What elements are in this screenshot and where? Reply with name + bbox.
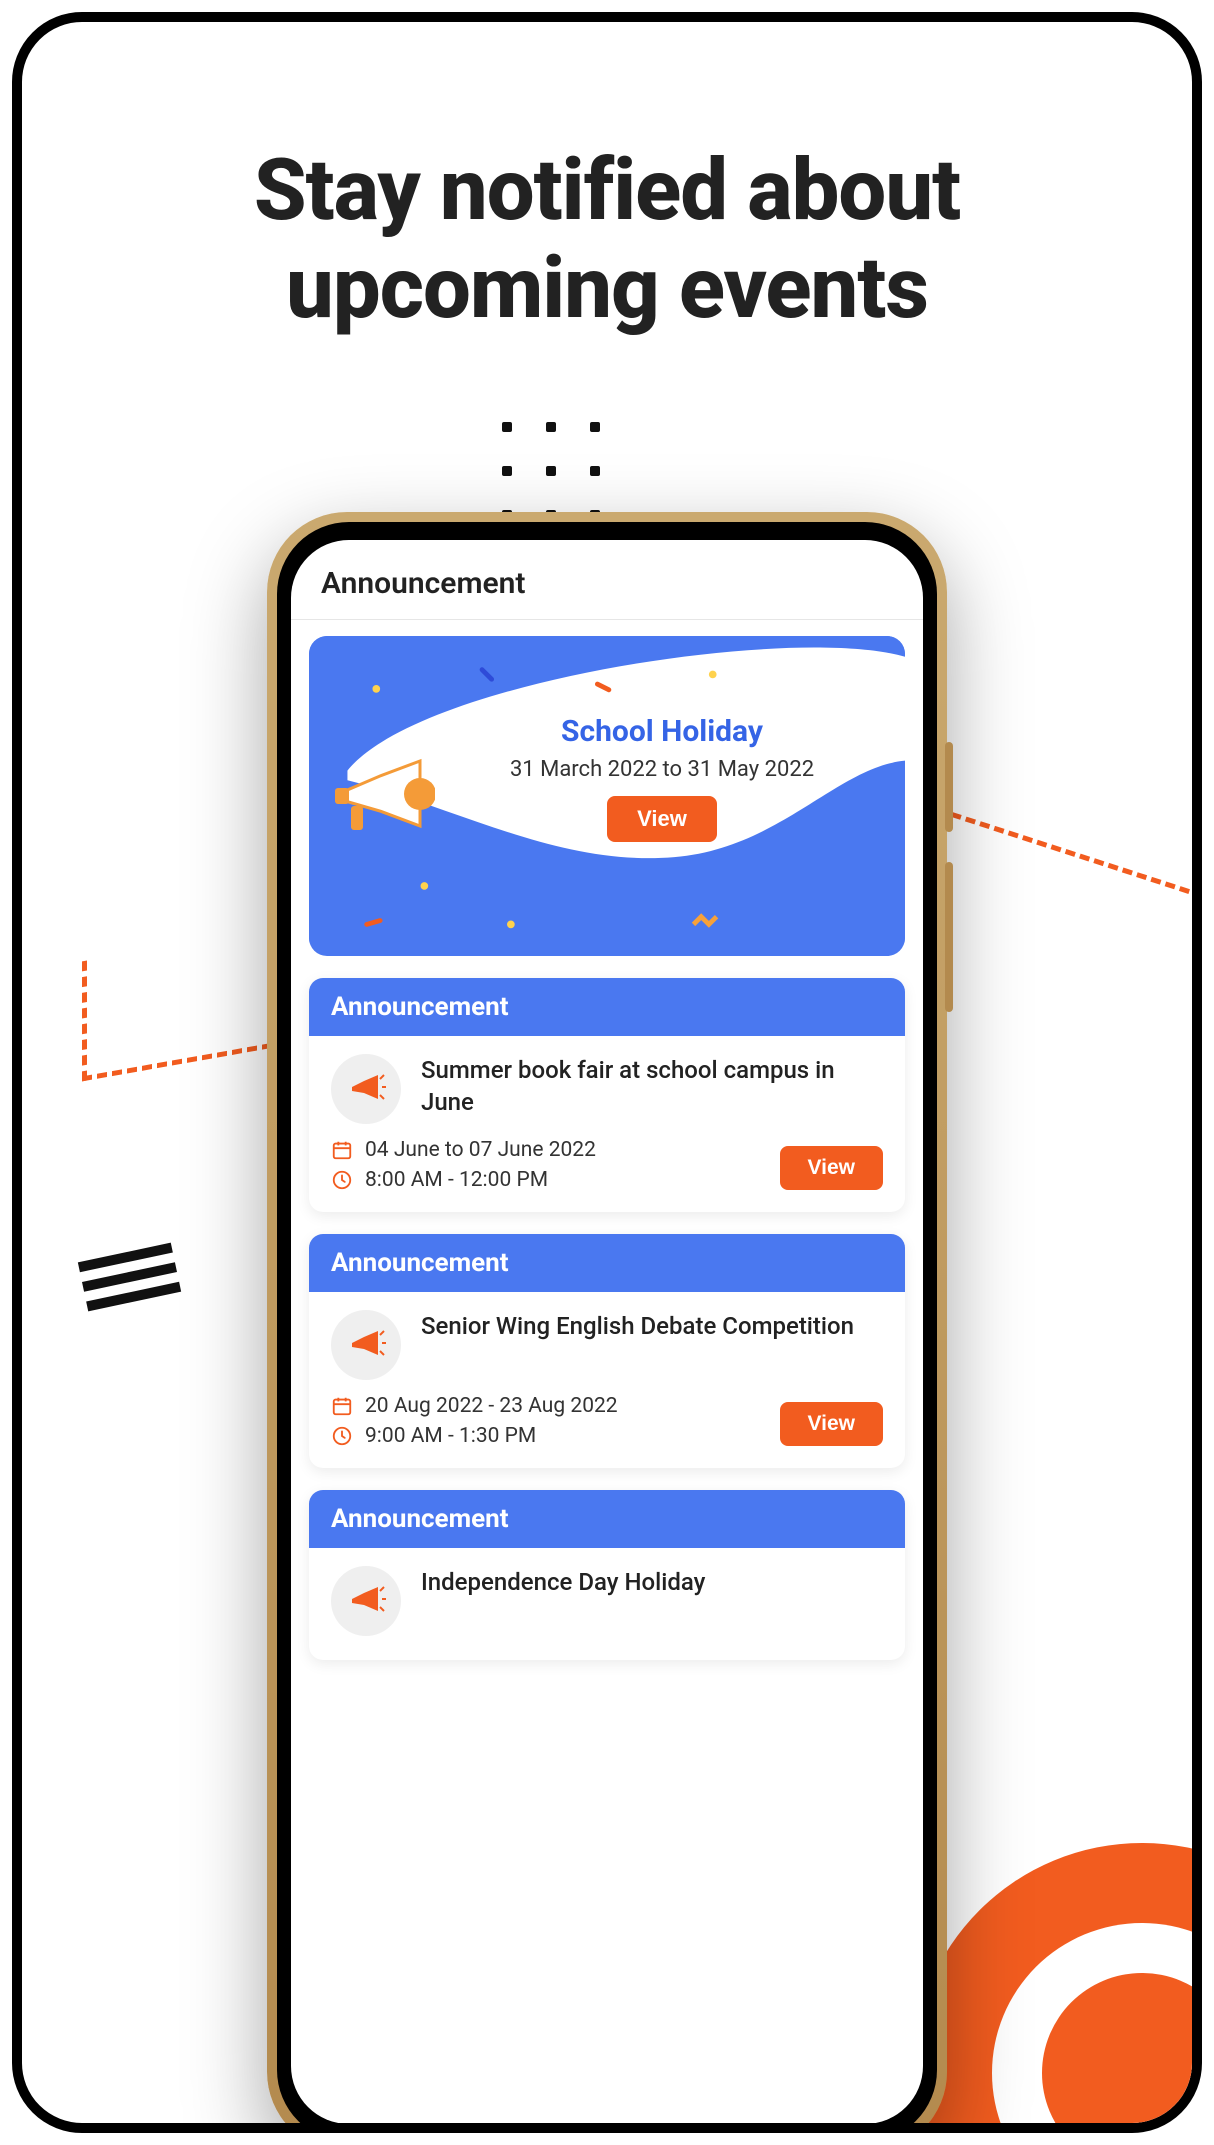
clock-icon xyxy=(331,1425,353,1447)
view-button[interactable]: View xyxy=(780,1146,883,1190)
calendar-icon xyxy=(331,1395,353,1417)
announcement-date: 20 Aug 2022 - 23 Aug 2022 xyxy=(365,1394,618,1418)
hero-view-button[interactable]: View xyxy=(607,796,717,842)
announcement-title: Summer book fair at school campus in Jun… xyxy=(421,1054,883,1119)
megaphone-icon xyxy=(331,1310,401,1380)
phone-side-button xyxy=(945,862,953,1012)
card-header: Announcement xyxy=(309,1490,905,1548)
announcement-card[interactable]: Announcement Summer book fair at school … xyxy=(309,978,905,1212)
megaphone-icon xyxy=(325,746,435,856)
hero-card[interactable]: School Holiday 31 March 2022 to 31 May 2… xyxy=(309,636,905,956)
decorative-stripes xyxy=(78,1243,181,1312)
announcement-title: Independence Day Holiday xyxy=(421,1566,705,1598)
headline: Stay notified about upcoming events xyxy=(22,142,1192,338)
hero-subtitle: 31 March 2022 to 31 May 2022 xyxy=(459,757,865,782)
headline-line-2: upcoming events xyxy=(22,240,1192,338)
marketing-frame: Stay notified about upcoming events Anno… xyxy=(12,12,1202,2133)
calendar-icon xyxy=(331,1139,353,1161)
announcement-time: 8:00 AM - 12:00 PM xyxy=(365,1168,548,1192)
phone-side-button xyxy=(945,742,953,832)
phone-mockup: Announcement xyxy=(267,512,947,2133)
hero-title: School Holiday xyxy=(459,714,865,749)
announcement-card[interactable]: Announcement Independence Day Holiday xyxy=(309,1490,905,1660)
megaphone-icon xyxy=(331,1566,401,1636)
announcement-title: Senior Wing English Debate Competition xyxy=(421,1310,854,1342)
announcement-date: 04 June to 07 June 2022 xyxy=(365,1138,596,1162)
headline-line-1: Stay notified about xyxy=(22,142,1192,240)
clock-icon xyxy=(331,1169,353,1191)
card-header: Announcement xyxy=(309,1234,905,1292)
screen-title: Announcement xyxy=(291,540,923,620)
megaphone-icon xyxy=(331,1054,401,1124)
announcement-list[interactable]: School Holiday 31 March 2022 to 31 May 2… xyxy=(291,620,923,1698)
card-header: Announcement xyxy=(309,978,905,1036)
view-button[interactable]: View xyxy=(780,1402,883,1446)
announcement-card[interactable]: Announcement Senior Wing English Debate … xyxy=(309,1234,905,1468)
app-screen: Announcement xyxy=(291,540,923,2124)
announcement-time: 9:00 AM - 1:30 PM xyxy=(365,1424,536,1448)
decorative-dot-grid xyxy=(502,422,602,522)
decorative-ring xyxy=(912,1843,1202,2133)
